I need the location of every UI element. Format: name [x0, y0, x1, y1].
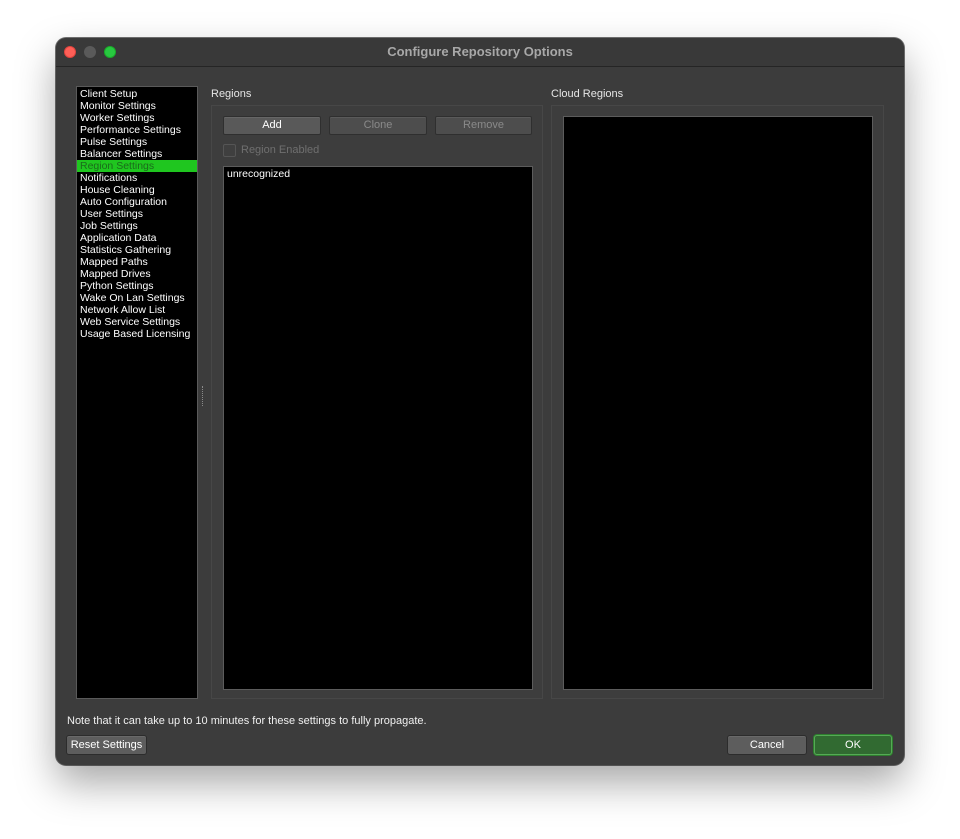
cancel-button[interactable]: Cancel: [727, 735, 807, 755]
region-enabled-label: Region Enabled: [241, 144, 320, 156]
reset-settings-button[interactable]: Reset Settings: [66, 735, 147, 755]
add-region-button[interactable]: Add: [223, 116, 321, 135]
settings-category-list[interactable]: Client Setup Monitor Settings Worker Setti…: [76, 86, 198, 699]
remove-region-button[interactable]: Remove: [435, 116, 532, 135]
clone-region-button[interactable]: Clone: [329, 116, 427, 135]
window-title: Configure Repository Options: [387, 44, 573, 59]
regions-section-label: Regions: [211, 88, 252, 100]
regions-group: Add Clone Remove Region Enabled unrecogn…: [211, 105, 543, 699]
region-enabled-checkbox[interactable]: [223, 144, 236, 157]
nav-item-wake-on-lan-settings[interactable]: Wake On Lan Settings: [77, 292, 197, 304]
cloud-regions-group: [551, 105, 884, 699]
cloud-regions-section-label: Cloud Regions: [551, 88, 624, 100]
cloud-regions-list[interactable]: [563, 116, 873, 690]
nav-item-user-settings[interactable]: User Settings: [77, 208, 197, 220]
title-bar: Configure Repository Options: [56, 38, 904, 67]
regions-list[interactable]: unrecognized: [223, 166, 533, 690]
configure-repository-dialog: Configure Repository Options Client Setu…: [56, 38, 904, 765]
nav-item-mapped-drives[interactable]: Mapped Drives: [77, 268, 197, 280]
nav-item-house-cleaning[interactable]: House Cleaning: [77, 184, 197, 196]
nav-item-notifications[interactable]: Notifications: [77, 172, 197, 184]
nav-item-client-setup[interactable]: Client Setup: [77, 88, 197, 100]
propagation-note: Note that it can take up to 10 minutes f…: [67, 715, 427, 727]
nav-item-performance-settings[interactable]: Performance Settings: [77, 124, 197, 136]
nav-item-monitor-settings[interactable]: Monitor Settings: [77, 100, 197, 112]
nav-item-region-settings[interactable]: Region Settings: [77, 160, 197, 172]
nav-item-mapped-paths[interactable]: Mapped Paths: [77, 256, 197, 268]
nav-item-usage-based-licensing[interactable]: Usage Based Licensing: [77, 328, 197, 340]
nav-item-balancer-settings[interactable]: Balancer Settings: [77, 148, 197, 160]
nav-item-pulse-settings[interactable]: Pulse Settings: [77, 136, 197, 148]
nav-item-network-allow-list[interactable]: Network Allow List: [77, 304, 197, 316]
nav-item-auto-configuration[interactable]: Auto Configuration: [77, 196, 197, 208]
ok-button[interactable]: OK: [814, 735, 892, 755]
nav-item-worker-settings[interactable]: Worker Settings: [77, 112, 197, 124]
nav-item-application-data[interactable]: Application Data: [77, 232, 197, 244]
nav-item-python-settings[interactable]: Python Settings: [77, 280, 197, 292]
nav-item-web-service-settings[interactable]: Web Service Settings: [77, 316, 197, 328]
list-item[interactable]: unrecognized: [224, 167, 532, 181]
nav-item-statistics-gathering[interactable]: Statistics Gathering: [77, 244, 197, 256]
splitter-handle[interactable]: [202, 386, 205, 406]
nav-item-job-settings[interactable]: Job Settings: [77, 220, 197, 232]
